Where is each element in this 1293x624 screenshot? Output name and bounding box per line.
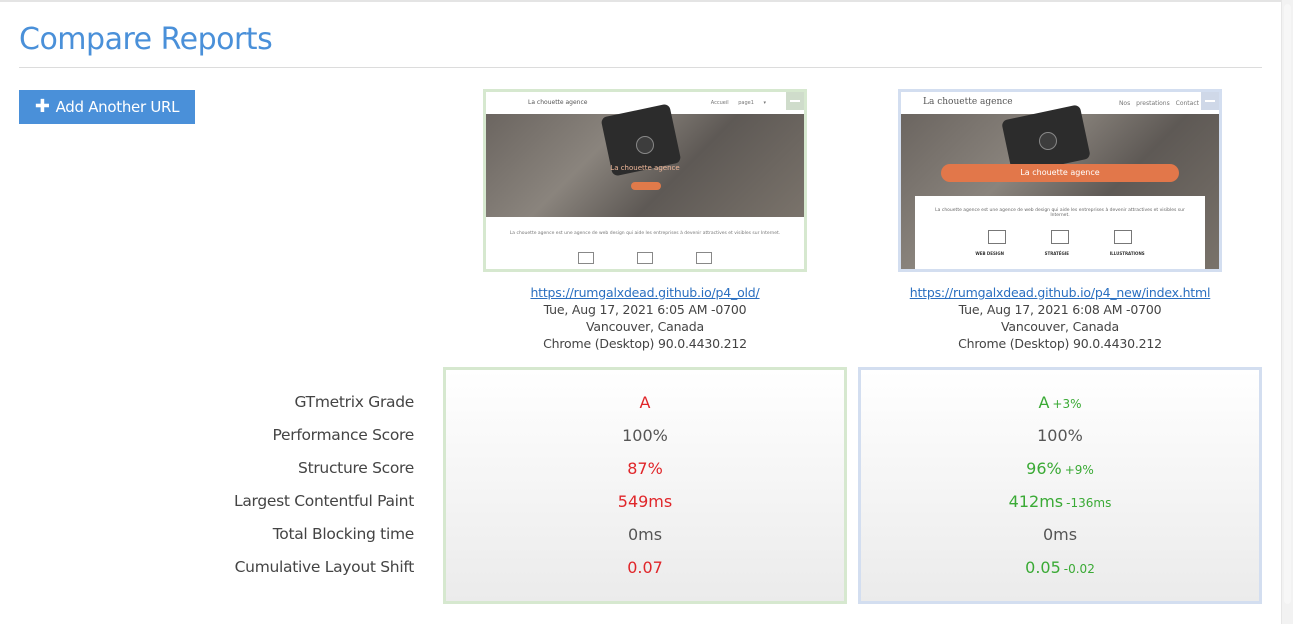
- web-design-icon: [987, 230, 1006, 244]
- scores-panel-new: A +3% 100% 96% +9% 412ms -136ms 0ms 0.05 -0.…: [858, 367, 1262, 604]
- minus-icon: [1205, 100, 1215, 102]
- report-date: Tue, Aug 17, 2021 6:08 AM -0700: [958, 302, 1162, 317]
- report-date: Tue, Aug 17, 2021 6:05 AM -0700: [543, 302, 747, 317]
- minus-icon: [790, 100, 800, 102]
- metric-labels: GTmetrix Grade Performance Score Structu…: [150, 386, 414, 584]
- collapse-thumbnail-button[interactable]: [1201, 92, 1219, 110]
- cls-value: 0.07: [627, 558, 663, 577]
- lcp-delta: -136ms: [1066, 496, 1112, 510]
- thumbnail-cta: [631, 182, 661, 190]
- label-largest-contentful-paint: Largest Contentful Paint: [233, 492, 414, 510]
- thumbnail-hero: La chouette agence La chouette agence es…: [901, 104, 1219, 269]
- owl-logo-icon: [636, 136, 654, 154]
- pencil-icon: [696, 252, 713, 264]
- thumbnail-service-labels: WEB DESIGN STRATÉGIE ILLUSTRATIONS: [915, 251, 1205, 256]
- report-thumbnail-new[interactable]: La chouette agence Nos prestations Conta…: [898, 89, 1222, 272]
- thumbnail-nav-links: Nos prestations Contact: [1118, 100, 1199, 107]
- service-label: ILLUSTRATIONS: [1109, 251, 1145, 256]
- report-location: Vancouver, Canada: [1001, 319, 1119, 334]
- gtmetrix-grade-value: A: [639, 393, 651, 412]
- gtmetrix-grade-value: A: [1038, 393, 1050, 412]
- label-gtmetrix-grade: GTmetrix Grade: [294, 393, 415, 411]
- strategy-icon: [636, 252, 653, 264]
- report-url-link[interactable]: https://rumgalxdead.github.io/p4_old/: [530, 285, 759, 300]
- thumbnail-service-icons: [486, 252, 804, 264]
- service-label: STRATÉGIE: [1044, 251, 1070, 256]
- label-total-blocking-time: Total Blocking time: [272, 525, 415, 543]
- web-design-icon: [577, 252, 594, 264]
- performance-score-value: 100%: [622, 426, 668, 445]
- owl-logo-icon: [1039, 132, 1057, 150]
- thumbnail-hero-text: La chouette agence: [610, 164, 680, 172]
- pencil-icon: [1114, 230, 1133, 244]
- plus-icon: ✚: [34, 96, 50, 117]
- collapse-thumbnail-button[interactable]: [786, 92, 804, 110]
- structure-score-row: 96% +9%: [861, 452, 1259, 485]
- label-performance-score: Performance Score: [272, 426, 415, 444]
- structure-score-value: 87%: [627, 459, 663, 478]
- tbt-value: 0ms: [1042, 525, 1078, 544]
- thumbnail-logo: La chouette agence: [528, 99, 588, 106]
- vertical-scrollbar[interactable]: [1281, 0, 1293, 624]
- thumbnail-service-icons: [915, 230, 1205, 244]
- scrollbar-thumb[interactable]: [1284, 4, 1291, 604]
- add-another-url-label: Add Another URL: [55, 98, 180, 116]
- lcp-row: 412ms -136ms: [861, 485, 1259, 518]
- lcp-value: 549ms: [617, 492, 673, 511]
- gtmetrix-grade-delta: +3%: [1052, 397, 1082, 411]
- gtmetrix-grade-row: A +3%: [861, 386, 1259, 419]
- report-browser: Chrome (Desktop) 90.0.4430.212: [543, 336, 747, 351]
- report-thumbnail-old[interactable]: La chouette agence Accueil page1 ▾ La ch…: [483, 89, 807, 272]
- report-browser: Chrome (Desktop) 90.0.4430.212: [958, 336, 1162, 351]
- structure-score-delta: +9%: [1064, 463, 1094, 477]
- report-meta-old: https://rumgalxdead.github.io/p4_old/ Tu…: [480, 284, 810, 352]
- tbt-value: 0ms: [627, 525, 663, 544]
- thumbnail-nav-links: Accueil page1 ▾: [710, 100, 766, 106]
- performance-score-value: 100%: [1037, 426, 1083, 445]
- add-another-url-button[interactable]: ✚ Add Another URL: [19, 90, 195, 124]
- structure-score-value: 96%: [1026, 459, 1062, 478]
- scores-panel-old: A 100% 87% 549ms 0ms 0.07: [443, 367, 847, 604]
- report-location: Vancouver, Canada: [586, 319, 704, 334]
- thumbnail-hero: La chouette agence: [486, 103, 804, 217]
- report-url-link[interactable]: https://rumgalxdead.github.io/p4_new/ind…: [910, 285, 1211, 300]
- cls-delta: -0.02: [1063, 562, 1095, 576]
- report-meta-new: https://rumgalxdead.github.io/p4_new/ind…: [895, 284, 1225, 352]
- label-structure-score: Structure Score: [298, 459, 414, 477]
- cls-row: 0.05 -0.02: [861, 551, 1259, 584]
- thumbnail-banner: La chouette agence: [941, 164, 1179, 182]
- service-label: WEB DESIGN: [975, 251, 1004, 256]
- label-cumulative-layout-shift: Cumulative Layout Shift: [234, 558, 415, 576]
- thumbnail-body-text: La chouette agence est une agence de web…: [935, 208, 1185, 218]
- cls-value: 0.05: [1025, 558, 1061, 577]
- title-divider: [19, 67, 1262, 68]
- strategy-icon: [1050, 230, 1069, 244]
- top-border: [0, 0, 1281, 2]
- thumbnail-logo: La chouette agence: [923, 97, 1013, 107]
- page-title: Compare Reports: [19, 22, 273, 57]
- thumbnail-card: La chouette agence est une agence de web…: [915, 196, 1205, 269]
- lcp-value: 412ms: [1008, 492, 1064, 511]
